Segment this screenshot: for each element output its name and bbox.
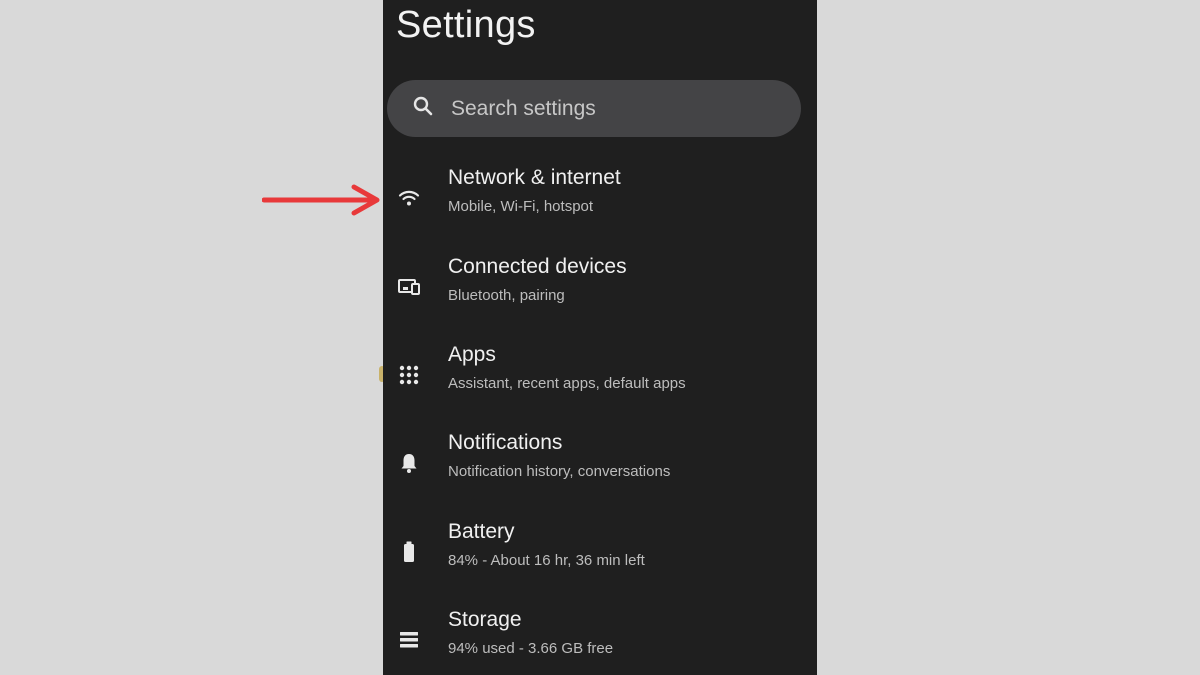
battery-icon (397, 540, 421, 564)
settings-item-notifications[interactable]: Notifications Notification history, conv… (383, 423, 817, 503)
bell-icon (397, 451, 421, 475)
settings-item-label: Storage (448, 608, 522, 631)
settings-item-sub: Mobile, Wi-Fi, hotspot (448, 198, 594, 215)
settings-item-label: Apps (448, 343, 496, 366)
settings-item-sub: Assistant, recent apps, default apps (448, 375, 686, 392)
settings-item-label: Connected devices (448, 255, 627, 278)
settings-item-sub: 94% used - 3.66 GB free (448, 640, 614, 657)
settings-item-storage[interactable]: Storage 94% used - 3.66 GB free (383, 600, 817, 675)
apps-grid-icon (397, 363, 421, 387)
storage-icon (397, 628, 421, 652)
settings-item-label: Network & internet (448, 166, 621, 189)
settings-item-battery[interactable]: Battery 84% - About 16 hr, 36 min left (383, 512, 817, 592)
search-bar[interactable]: Search settings (387, 80, 801, 137)
connected-devices-icon (397, 275, 421, 299)
search-icon (411, 94, 435, 123)
search-placeholder: Search settings (451, 96, 596, 120)
settings-item-connected-devices[interactable]: Connected devices Bluetooth, pairing (383, 247, 817, 327)
settings-item-network[interactable]: Network & internet Mobile, Wi-Fi, hotspo… (383, 158, 817, 238)
settings-item-label: Battery (448, 520, 515, 543)
page-title: Settings (396, 4, 536, 46)
settings-item-sub: Notification history, conversations (448, 463, 671, 480)
settings-item-sub: 84% - About 16 hr, 36 min left (448, 552, 645, 569)
red-arrow-annotation (262, 184, 380, 216)
wifi-icon (397, 186, 421, 210)
phone-screen: Settings Search settings Network & inter… (383, 0, 817, 675)
settings-item-sub: Bluetooth, pairing (448, 287, 565, 304)
settings-item-apps[interactable]: Apps Assistant, recent apps, default app… (383, 335, 817, 415)
settings-item-label: Notifications (448, 431, 563, 454)
